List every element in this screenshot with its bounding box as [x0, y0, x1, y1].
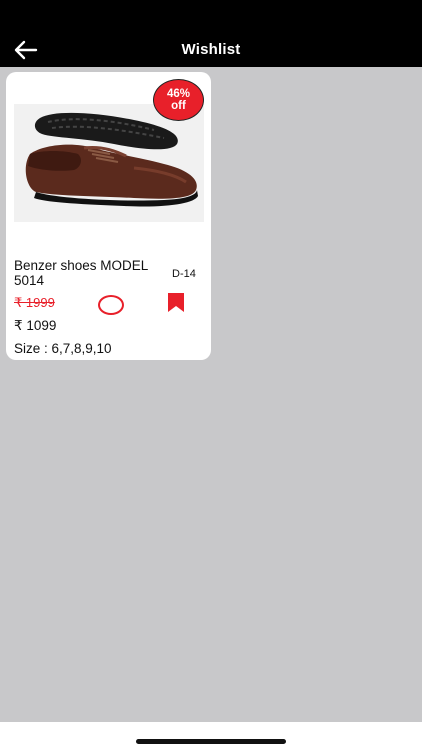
discount-percent: 46%	[166, 88, 191, 100]
brown-leather-shoe-image	[14, 104, 204, 222]
app-header: Wishlist	[0, 0, 422, 67]
sale-price: ₹ 1099	[14, 318, 57, 333]
size-info: Size : 6,7,8,9,10	[14, 341, 112, 356]
wishlist-screen: Wishlist 46% off Benzer shoes MODEL 5014…	[0, 0, 422, 750]
circle-outline-icon[interactable]	[98, 295, 124, 315]
product-name: Benzer shoes MODEL 5014	[14, 258, 148, 288]
product-code: D-14	[172, 268, 196, 280]
bottom-safe-area	[0, 722, 422, 750]
original-price: ₹ 1999	[14, 295, 55, 310]
bookmark-filled-icon	[168, 293, 184, 312]
discount-badge: 46% off	[153, 79, 204, 121]
bookmark-button[interactable]	[166, 292, 186, 314]
page-title: Wishlist	[181, 41, 241, 58]
home-indicator[interactable]	[136, 739, 286, 744]
product-image	[14, 104, 204, 222]
wishlist-product-card[interactable]: 46% off Benzer shoes MODEL 5014 D-14 ₹ 1…	[6, 72, 211, 360]
wishlist-list: 46% off Benzer shoes MODEL 5014 D-14 ₹ 1…	[0, 67, 422, 722]
discount-off-label: off	[171, 100, 186, 112]
